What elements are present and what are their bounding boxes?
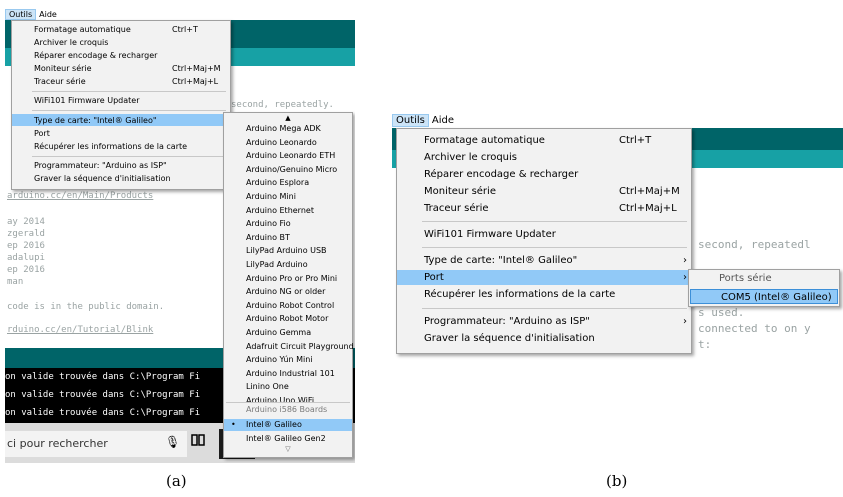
menu-separator [422,247,687,248]
board-item[interactable]: Arduino/Genuino Micro [224,164,352,176]
menu-item-board-info[interactable]: Récupérer les informations de la carte [12,141,230,152]
code-line: ep 2016 [7,265,45,275]
code-line: man [7,277,24,287]
code-line: connected to on y [698,322,811,335]
code-line: ay 2014 [7,217,45,227]
console-line: on valide trouvée dans C:\Program Fi [5,372,201,382]
board-item[interactable]: Arduino Yún Mini [224,354,352,366]
board-item[interactable]: Arduino Pro or Pro Mini [224,273,352,285]
code-line: adalupi [7,253,45,263]
board-item[interactable]: Arduino NG or older [224,286,352,298]
menubar: Outils Aide [392,112,843,128]
menu-separator [226,402,350,403]
menu-outils[interactable]: Outils [392,113,429,127]
caption-a: (a) [166,472,187,490]
code-line: s used. [698,306,745,319]
menu-item-repair-encoding[interactable]: Réparer encodage & recharger [397,167,691,182]
board-item[interactable]: Arduino Mega ADK [224,123,352,135]
board-item[interactable]: Arduino Esplora [224,177,352,189]
boards-submenu: ▲ Arduino Mega ADK Arduino Leonardo Arduin… [223,112,354,458]
ports-submenu: Ports série COM5 (Intel® Galileo) [688,269,840,307]
board-item[interactable]: Arduino Industrial 101 [224,368,352,380]
submenu-arrow-icon: › [683,255,687,266]
menu-item-wifi-updater[interactable]: WiFi101 Firmware Updater [12,95,230,106]
console-line: on valide trouvée dans C:\Program Fi [5,390,201,400]
code-line: second, repeatedly. [231,100,334,110]
menu-item-format[interactable]: Formatage automatique Ctrl+T [397,133,691,148]
board-item[interactable]: Linino One [224,381,352,393]
ports-section-header: Ports série [719,273,772,284]
menu-item-board-type[interactable]: Type de carte: "Intel® Galileo" › [12,114,230,126]
board-item[interactable]: Adafruit Circuit Playground [224,341,354,353]
menu-separator [32,91,226,92]
menu-item-repair-encoding[interactable]: Réparer encodage & recharger [12,50,230,61]
menu-outils[interactable]: Outils [5,8,37,20]
menu-item-programmer[interactable]: Programmateur: "Arduino as ISP" › [12,160,230,171]
port-item-com5[interactable]: COM5 (Intel® Galileo) [690,289,838,304]
menu-separator [32,156,226,157]
board-item[interactable]: Arduino Gemma [224,327,352,339]
board-item[interactable]: Arduino Ethernet [224,205,352,217]
board-item[interactable]: LilyPad Arduino USB [224,245,352,257]
boards-section-header: Arduino i586 Boards [246,405,328,414]
board-item[interactable]: LilyPad Arduino [224,259,352,271]
board-item[interactable]: Arduino Robot Motor [224,313,352,325]
search-box[interactable]: ci pour rechercher 🎙 [5,431,187,457]
caption-b: (b) [606,472,628,490]
menu-item-format[interactable]: Formatage automatique Ctrl+T [12,24,230,35]
menu-item-archive[interactable]: Archiver le croquis [12,37,230,48]
task-view-icon[interactable] [191,433,205,447]
board-item[interactable]: Intel® Galileo Gen2 [224,433,352,445]
board-item[interactable]: Arduino Fio [224,218,352,230]
menu-item-serial-monitor[interactable]: Moniteur série Ctrl+Maj+M [12,63,230,74]
menu-item-burn-bootloader[interactable]: Graver la séquence d'initialisation [397,331,691,346]
menu-item-serial-plotter[interactable]: Traceur série Ctrl+Maj+L [397,201,691,216]
code-line: arduino.cc/en/Main/Products [7,191,154,201]
board-item[interactable]: Arduino Leonardo ETH [224,150,352,162]
menu-item-serial-plotter[interactable]: Traceur série Ctrl+Maj+L [12,76,230,87]
menu-item-port[interactable]: Port › [12,128,230,139]
outils-dropdown: Formatage automatique Ctrl+T Archiver le… [396,128,692,354]
submenu-arrow-icon: › [683,272,687,283]
menu-item-archive[interactable]: Archiver le croquis [397,150,691,165]
menu-aide[interactable]: Aide [36,10,60,19]
menubar: Outils Aide [5,8,355,20]
code-line: code is in the public domain. [7,302,165,312]
menu-separator [422,308,687,309]
code-line: ep 2016 [7,241,45,251]
menu-item-burn-bootloader[interactable]: Graver la séquence d'initialisation [12,173,230,184]
microphone-icon[interactable]: 🎙 [165,435,180,449]
menu-separator [32,110,226,111]
screenshot-a: second, repeatedly. arduino.cc/en/Main/P… [5,8,355,463]
screenshot-b: second, repeatedl s used. connected to o… [392,112,843,362]
board-item-selected[interactable]: • Intel® Galileo [224,419,352,431]
code-line: second, repeatedl [698,238,811,251]
submenu-arrow-icon: › [683,316,687,327]
board-item[interactable]: Arduino BT [224,232,352,244]
menu-item-serial-monitor[interactable]: Moniteur série Ctrl+Maj+M [397,184,691,199]
menu-separator [422,221,687,222]
code-line: zgerald [7,229,45,239]
code-line: t: [698,338,712,351]
board-item[interactable]: Arduino Robot Control [224,300,352,312]
menu-aide[interactable]: Aide [429,115,457,126]
menu-item-board-info[interactable]: Récupérer les informations de la carte [397,287,691,302]
outils-dropdown: Formatage automatique Ctrl+T Archiver le… [11,20,231,190]
code-line: rduino.cc/en/Tutorial/Blink [7,325,154,335]
board-item[interactable]: Arduino Leonardo [224,137,352,149]
board-item[interactable]: Arduino Mini [224,191,352,203]
menu-item-port[interactable]: Port › [397,270,691,285]
console-line: on valide trouvée dans C:\Program Fi [5,408,201,418]
menu-item-programmer[interactable]: Programmateur: "Arduino as ISP" › [397,314,691,329]
scroll-down-icon[interactable]: ▽ [224,445,352,453]
menu-item-wifi-updater[interactable]: WiFi101 Firmware Updater [397,227,691,242]
selected-bullet-icon: • [231,420,236,429]
scroll-up-icon[interactable]: ▲ [224,114,352,122]
search-placeholder: ci pour rechercher [7,437,108,450]
menu-item-board-type[interactable]: Type de carte: "Intel® Galileo" › [397,253,691,268]
